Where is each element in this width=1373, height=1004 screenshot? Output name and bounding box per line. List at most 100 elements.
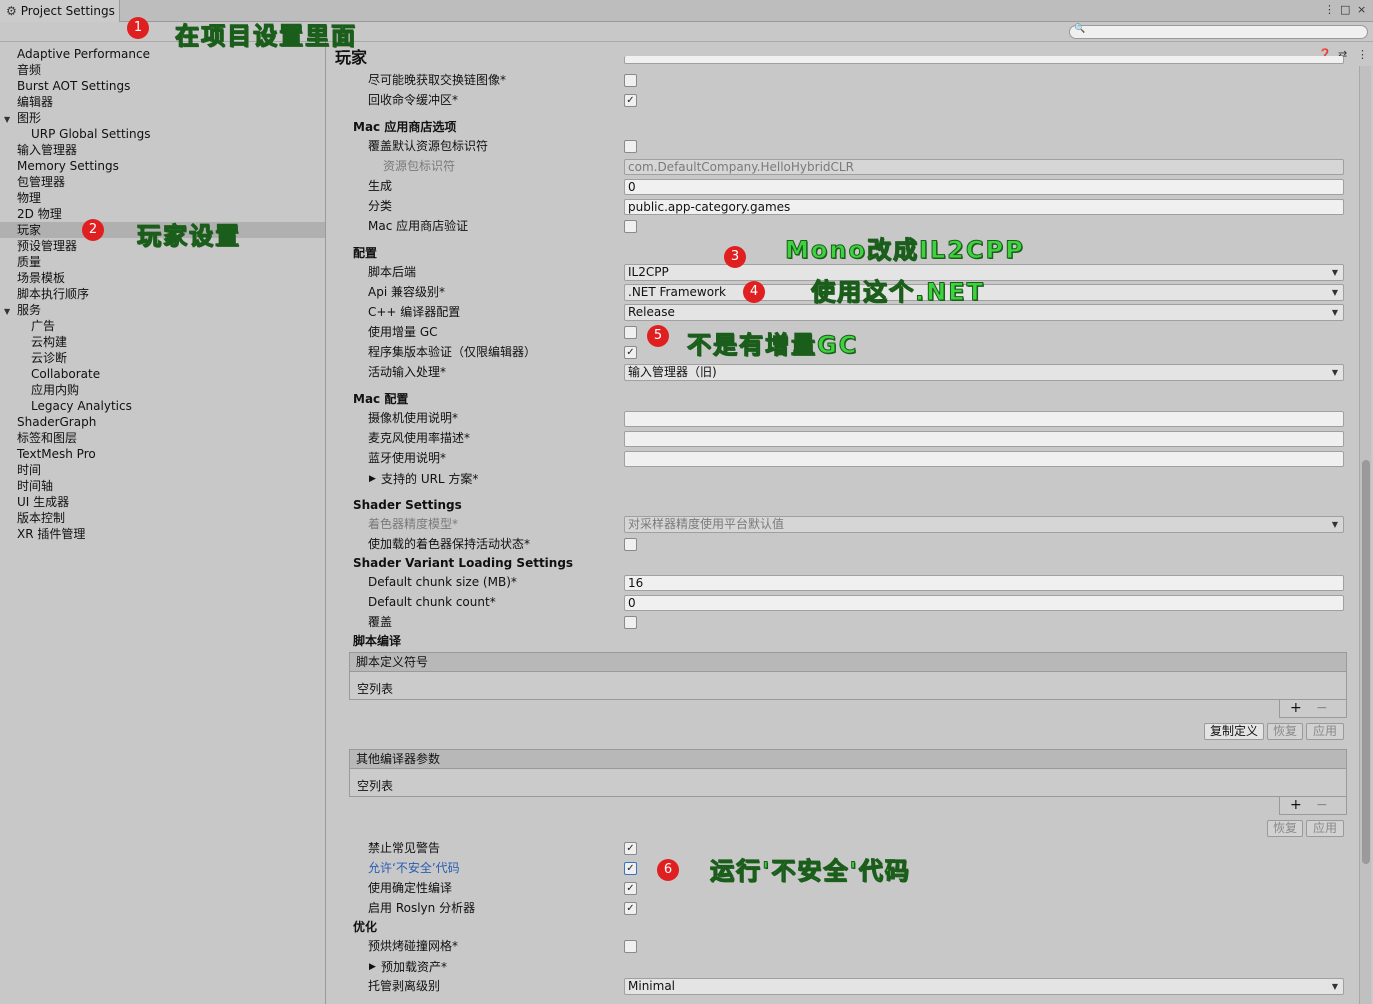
- add-button[interactable]: +: [1290, 700, 1302, 716]
- search-icon: 🔍: [1074, 24, 1086, 34]
- close-icon[interactable]: ×: [1357, 3, 1366, 16]
- scrollbar-thumb[interactable]: [1362, 460, 1370, 864]
- more-menu-icon[interactable]: ⋮: [1324, 3, 1335, 16]
- incremental-gc-checkbox[interactable]: [624, 326, 637, 339]
- roslyn-checkbox[interactable]: ✓: [624, 902, 637, 915]
- annotation-text: 不是有增量GC: [686, 331, 859, 360]
- copy-defines-button[interactable]: 复制定义: [1204, 723, 1264, 740]
- chunk-count-label: Default chunk count*: [368, 595, 496, 609]
- camera-usage-label: 摄像机使用说明*: [368, 411, 459, 425]
- cut-off-field[interactable]: [624, 56, 1344, 64]
- sidebar-item[interactable]: 服务: [17, 302, 41, 318]
- sidebar-item[interactable]: 质量: [17, 254, 41, 270]
- mac-config-section: Mac 配置: [353, 392, 409, 406]
- mac-store-validation-label: Mac 应用商店验证: [368, 219, 469, 233]
- search-input[interactable]: 🔍: [1069, 24, 1368, 39]
- sidebar-item[interactable]: 时间: [17, 462, 41, 478]
- add-button[interactable]: +: [1290, 797, 1302, 813]
- sidebar-item-player[interactable]: 玩家: [17, 222, 41, 238]
- sidebar-item[interactable]: Memory Settings: [17, 158, 119, 174]
- bundle-id-label: 资源包标识符: [383, 159, 456, 173]
- url-schemes-label[interactable]: 支持的 URL 方案*: [381, 471, 478, 487]
- build-field[interactable]: 0: [624, 179, 1344, 195]
- foldout-arrow-icon[interactable]: ▶: [369, 959, 376, 975]
- sidebar-item[interactable]: 音频: [17, 62, 41, 78]
- sidebar-item[interactable]: 输入管理器: [17, 142, 77, 158]
- annotation-text: 在项目设置里面: [175, 22, 357, 51]
- keep-shaders-alive-checkbox[interactable]: [624, 538, 637, 551]
- sidebar-item[interactable]: 场景模板: [17, 270, 65, 286]
- project-settings-tab[interactable]: ⚙ Project Settings: [0, 0, 120, 22]
- shader-precision-label: 着色器精度模型*: [368, 517, 459, 531]
- maximize-icon[interactable]: □: [1340, 3, 1350, 16]
- sidebar-item[interactable]: 图形: [17, 110, 41, 126]
- category-field[interactable]: public.app-category.games: [624, 199, 1344, 215]
- chunk-count-field[interactable]: 0: [624, 595, 1344, 611]
- shader-settings-section: Shader Settings: [353, 498, 462, 512]
- foldout-arrow-icon[interactable]: ▶: [369, 471, 376, 487]
- sidebar-item[interactable]: 包管理器: [17, 174, 65, 190]
- sidebar-item[interactable]: 脚本执行顺序: [17, 286, 89, 302]
- prebake-collision-checkbox[interactable]: [624, 940, 637, 953]
- sidebar-item[interactable]: 标签和图层: [17, 430, 77, 446]
- chevron-down-icon: ▼: [1331, 982, 1338, 991]
- sidebar-item[interactable]: 物理: [17, 190, 41, 206]
- sidebar-item[interactable]: 版本控制: [17, 510, 65, 526]
- bluetooth-usage-field[interactable]: [624, 451, 1344, 467]
- lazy-swapchain-checkbox[interactable]: [624, 74, 637, 87]
- sidebar-item[interactable]: 2D 物理: [17, 206, 62, 222]
- sidebar-item[interactable]: 编辑器: [17, 94, 53, 110]
- assembly-validation-checkbox[interactable]: ✓: [624, 346, 637, 359]
- compiler-args-list: 其他编译器参数 空列表: [349, 749, 1347, 797]
- sidebar-item[interactable]: Collaborate: [31, 366, 100, 382]
- allow-unsafe-checkbox[interactable]: ✓: [624, 862, 637, 875]
- revert-button[interactable]: 恢复: [1267, 820, 1303, 837]
- sidebar-item[interactable]: 广告: [31, 318, 55, 334]
- sidebar-item[interactable]: Legacy Analytics: [31, 398, 132, 414]
- recycle-cmd-checkbox[interactable]: ✓: [624, 94, 637, 107]
- suppress-warnings-checkbox[interactable]: ✓: [624, 842, 637, 855]
- apply-button[interactable]: 应用: [1306, 820, 1344, 837]
- deterministic-checkbox[interactable]: ✓: [624, 882, 637, 895]
- sidebar-item[interactable]: URP Global Settings: [31, 126, 150, 142]
- revert-button[interactable]: 恢复: [1267, 723, 1303, 740]
- script-compile-section: 脚本编译: [353, 634, 402, 648]
- stripping-dropdown[interactable]: Minimal ▼: [624, 978, 1344, 995]
- chunk-size-field[interactable]: 16: [624, 575, 1344, 591]
- sidebar-item[interactable]: ShaderGraph: [17, 414, 96, 430]
- sidebar-item[interactable]: Burst AOT Settings: [17, 78, 130, 94]
- recycle-cmd-label: 回收命令缓冲区*: [368, 93, 459, 107]
- input-handling-dropdown[interactable]: 输入管理器（旧) ▼: [624, 364, 1344, 381]
- annotation-badge: 4: [743, 281, 765, 303]
- sidebar-item[interactable]: 预设管理器: [17, 238, 77, 254]
- override-bundle-label: 覆盖默认资源包标识符: [368, 139, 489, 153]
- sidebar-item[interactable]: 云构建: [31, 334, 67, 350]
- remove-button[interactable]: −: [1316, 700, 1328, 716]
- mac-store-validation-checkbox[interactable]: [624, 220, 637, 233]
- camera-usage-field[interactable]: [624, 411, 1344, 427]
- tab-title: Project Settings: [20, 4, 115, 18]
- sidebar-item[interactable]: Adaptive Performance: [17, 46, 150, 62]
- compiler-args-header: 其他编译器参数: [350, 750, 1346, 769]
- mic-usage-field[interactable]: [624, 431, 1344, 447]
- stripping-value: Minimal: [628, 979, 676, 993]
- mic-usage-label: 麦克风使用率描述*: [368, 431, 471, 445]
- remove-button[interactable]: −: [1316, 797, 1328, 813]
- foldout-arrow-icon[interactable]: ▼: [4, 115, 10, 124]
- sidebar-item[interactable]: TextMesh Pro: [17, 446, 96, 462]
- sidebar-item[interactable]: 时间轴: [17, 478, 53, 494]
- foldout-arrow-icon[interactable]: ▼: [4, 307, 10, 316]
- sidebar-item[interactable]: UI 生成器: [17, 494, 69, 510]
- apply-button[interactable]: 应用: [1306, 723, 1344, 740]
- override-bundle-checkbox[interactable]: [624, 140, 637, 153]
- vertical-scrollbar[interactable]: [1359, 66, 1371, 1004]
- sidebar-item[interactable]: XR 插件管理: [17, 526, 85, 542]
- override-checkbox[interactable]: [624, 616, 637, 629]
- annotation-text: 玩家设置: [137, 222, 241, 251]
- sidebar-item[interactable]: 云诊断: [31, 350, 67, 366]
- more-menu-icon[interactable]: ⋮: [1357, 48, 1368, 61]
- sidebar-item[interactable]: 应用内购: [31, 382, 79, 398]
- preload-assets-label[interactable]: 预加载资产*: [381, 959, 447, 975]
- list-add-remove: + −: [1279, 797, 1347, 815]
- chevron-down-icon: ▼: [1331, 520, 1338, 529]
